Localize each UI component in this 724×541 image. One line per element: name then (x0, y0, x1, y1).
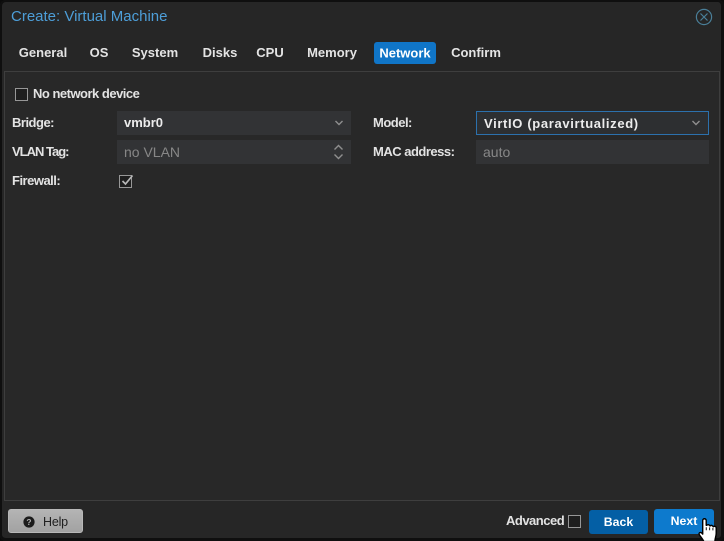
svg-text:?: ? (26, 516, 31, 526)
